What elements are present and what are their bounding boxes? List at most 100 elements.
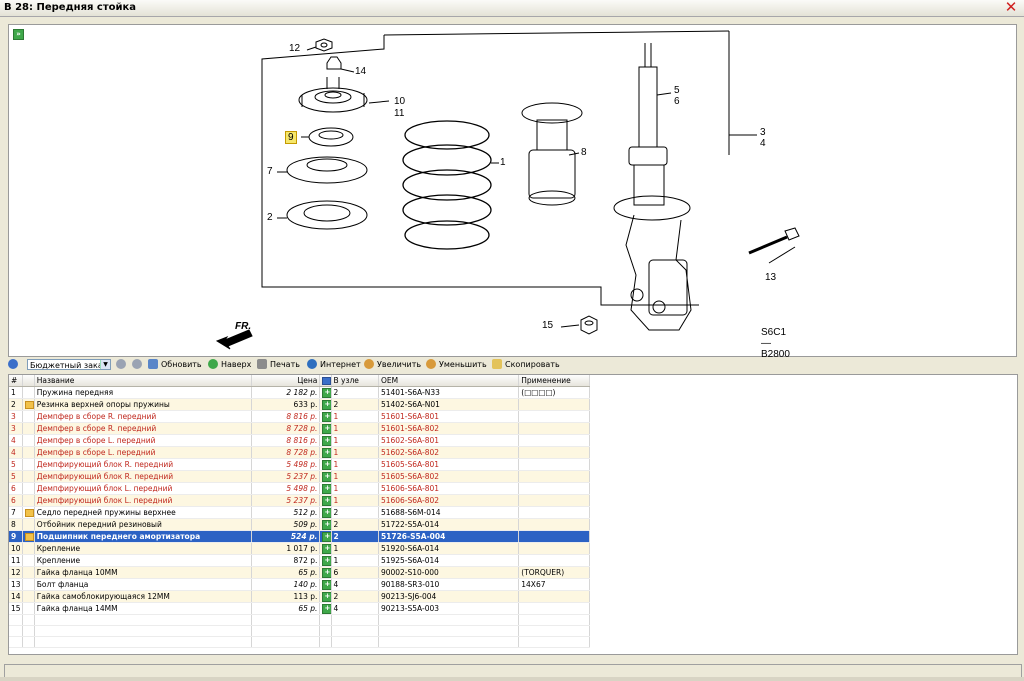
row-num: 14 [9, 590, 23, 603]
zoom-out-button[interactable]: Уменьшить [426, 358, 487, 372]
table-row[interactable]: 9 Подшипник переднего амортизатора 524 р. +… [9, 530, 590, 543]
row-add[interactable]: + [319, 530, 332, 543]
close-icon[interactable]: ✕ [1004, 0, 1018, 15]
add-to-order-icon[interactable]: + [322, 580, 330, 590]
callout-9[interactable]: 9 [285, 131, 297, 144]
row-add[interactable]: + [319, 506, 332, 519]
table-row[interactable]: 7 Седло передней пружины верхнее 512 р. +2 5… [9, 506, 590, 519]
row-add[interactable]: + [319, 482, 332, 495]
table-row[interactable]: 11 Крепление 872 р. +1 51925-S6A-014 [9, 554, 590, 567]
empty-cell [251, 636, 321, 648]
row-add[interactable]: + [319, 434, 332, 447]
row-add[interactable]: + [319, 398, 332, 411]
cart-icon[interactable] [24, 401, 34, 409]
row-num: 5 [9, 470, 23, 483]
table-header: # Название Цена В узле OEM Применение [9, 375, 590, 387]
col-price[interactable]: Цена [251, 375, 321, 387]
row-app [518, 602, 590, 615]
cart-icon[interactable] [24, 509, 34, 517]
col-qty[interactable]: В узле [331, 375, 379, 387]
printer-icon [257, 358, 267, 369]
add-to-order-icon[interactable]: + [322, 544, 330, 554]
row-add[interactable]: + [319, 470, 332, 483]
add-to-order-icon[interactable]: + [322, 508, 330, 518]
add-to-order-icon[interactable]: + [322, 496, 330, 506]
row-add[interactable]: + [319, 386, 332, 399]
order-type-value: Бюджетный зака [30, 361, 103, 370]
row-add[interactable]: + [319, 542, 332, 555]
internet-button[interactable]: Интернет [307, 358, 361, 372]
help-icon[interactable] [8, 358, 21, 372]
row-oem: 90213-SJ6-004 [378, 590, 520, 603]
table-row[interactable]: 2 Резинка верхней опоры пружины 633 р. +2 51… [9, 398, 590, 411]
row-app [518, 470, 590, 483]
table-row[interactable]: 4 Демпфер в сборе L. передний 8 728 р. +1 51… [9, 446, 590, 459]
table-row[interactable]: 3 Демпфер в сборе R. передний 8 728 р. +1 51… [9, 422, 590, 435]
table-row[interactable]: 1 Пружина передняя 2 182 р. +2 51401-S6A-N33… [9, 386, 590, 399]
add-to-order-icon[interactable]: + [322, 520, 330, 530]
zoom-in-button[interactable]: Увеличить [364, 358, 421, 372]
table-row[interactable]: 5 Демпфирующий блок R. передний 5 237 р. +1… [9, 470, 590, 483]
print-button[interactable]: Печать [257, 358, 300, 372]
fr-direction-label: FR. [235, 321, 252, 332]
row-price: 5 237 р. [251, 494, 321, 507]
table-row[interactable]: 4 Демпфер в сборе L. передний 8 816 р. +1 51… [9, 434, 590, 447]
row-add[interactable]: + [319, 590, 332, 603]
col-name[interactable]: Название [34, 375, 252, 387]
add-to-order-icon[interactable]: + [322, 388, 330, 398]
table-row[interactable]: 15 Гайка фланца 14ММ 65 р. +4 90213-S5A-003 [9, 602, 590, 615]
col-app[interactable]: Применение [518, 375, 590, 387]
row-add[interactable]: + [319, 578, 332, 591]
row-add[interactable]: + [319, 410, 332, 423]
row-app [518, 458, 590, 471]
row-add[interactable]: + [319, 554, 332, 567]
back-icon[interactable] [116, 358, 129, 372]
empty-cell [34, 625, 252, 637]
add-to-order-icon[interactable]: + [322, 460, 330, 470]
add-to-order-icon[interactable]: + [322, 604, 330, 614]
row-app [518, 446, 590, 459]
row-add[interactable]: + [319, 446, 332, 459]
add-to-order-icon[interactable]: + [322, 400, 330, 410]
table-row[interactable]: 5 Демпфирующий блок R. передний 5 498 р. +1… [9, 458, 590, 471]
forward-icon[interactable] [132, 358, 145, 372]
row-add[interactable]: + [319, 566, 332, 579]
row-add[interactable]: + [319, 458, 332, 471]
table-row[interactable]: 6 Демпфирующий блок L. передний 5 498 р. +1… [9, 482, 590, 495]
order-type-dropdown[interactable]: Бюджетный зака ▼ [27, 359, 111, 370]
cart-icon[interactable] [24, 533, 34, 541]
add-to-order-icon[interactable]: + [322, 568, 330, 578]
row-add[interactable]: + [319, 518, 332, 531]
row-name: Демпфер в сборе L. передний [34, 446, 252, 459]
row-oem: 51601-S6A-801 [378, 410, 520, 423]
table-row[interactable]: 8 Отбойник передний резиновый 509 р. +2 5172… [9, 518, 590, 531]
table-row[interactable]: 12 Гайка фланца 10ММ 65 р. +6 90002-S10-000(… [9, 566, 590, 579]
add-to-order-icon[interactable]: + [322, 592, 330, 602]
up-button[interactable]: Наверх [208, 358, 251, 372]
refresh-button[interactable]: Обновить [148, 358, 202, 372]
add-to-order-icon[interactable]: + [322, 436, 330, 446]
table-row[interactable]: 10 Крепление 1 017 р. +1 51920-S6A-014 [9, 542, 590, 555]
row-add[interactable]: + [319, 494, 332, 507]
add-to-order-icon[interactable]: + [322, 472, 330, 482]
add-to-order-icon[interactable]: + [322, 412, 330, 422]
table-row[interactable]: 13 Болт фланца 140 р. +4 90188-SR3-010 14X67 [9, 578, 590, 591]
row-price: 524 р. [251, 530, 321, 543]
row-oem: 51605-S6A-801 [378, 458, 520, 471]
add-to-order-icon[interactable]: + [322, 424, 330, 434]
table-row[interactable]: 14 Гайка самоблокирующаяся 12ММ 113 р. +2 90… [9, 590, 590, 603]
empty-cell [518, 636, 590, 648]
col-oem[interactable]: OEM [378, 375, 520, 387]
table-row[interactable]: 6 Демпфирующий блок L. передний 5 237 р. +1… [9, 494, 590, 507]
copy-button[interactable]: Скопировать [492, 358, 560, 372]
add-to-order-icon[interactable]: + [322, 556, 330, 566]
add-to-order-icon[interactable]: + [322, 448, 330, 458]
add-to-order-icon[interactable]: + [322, 532, 330, 542]
row-add[interactable]: + [319, 602, 332, 615]
add-to-order-icon[interactable]: + [322, 484, 330, 494]
row-price: 8 728 р. [251, 422, 321, 435]
col-num[interactable]: # [9, 375, 23, 387]
chevron-down-icon[interactable]: ▼ [100, 360, 110, 369]
table-row[interactable]: 3 Демпфер в сборе R. передний 8 816 р. +1 51… [9, 410, 590, 423]
row-add[interactable]: + [319, 422, 332, 435]
